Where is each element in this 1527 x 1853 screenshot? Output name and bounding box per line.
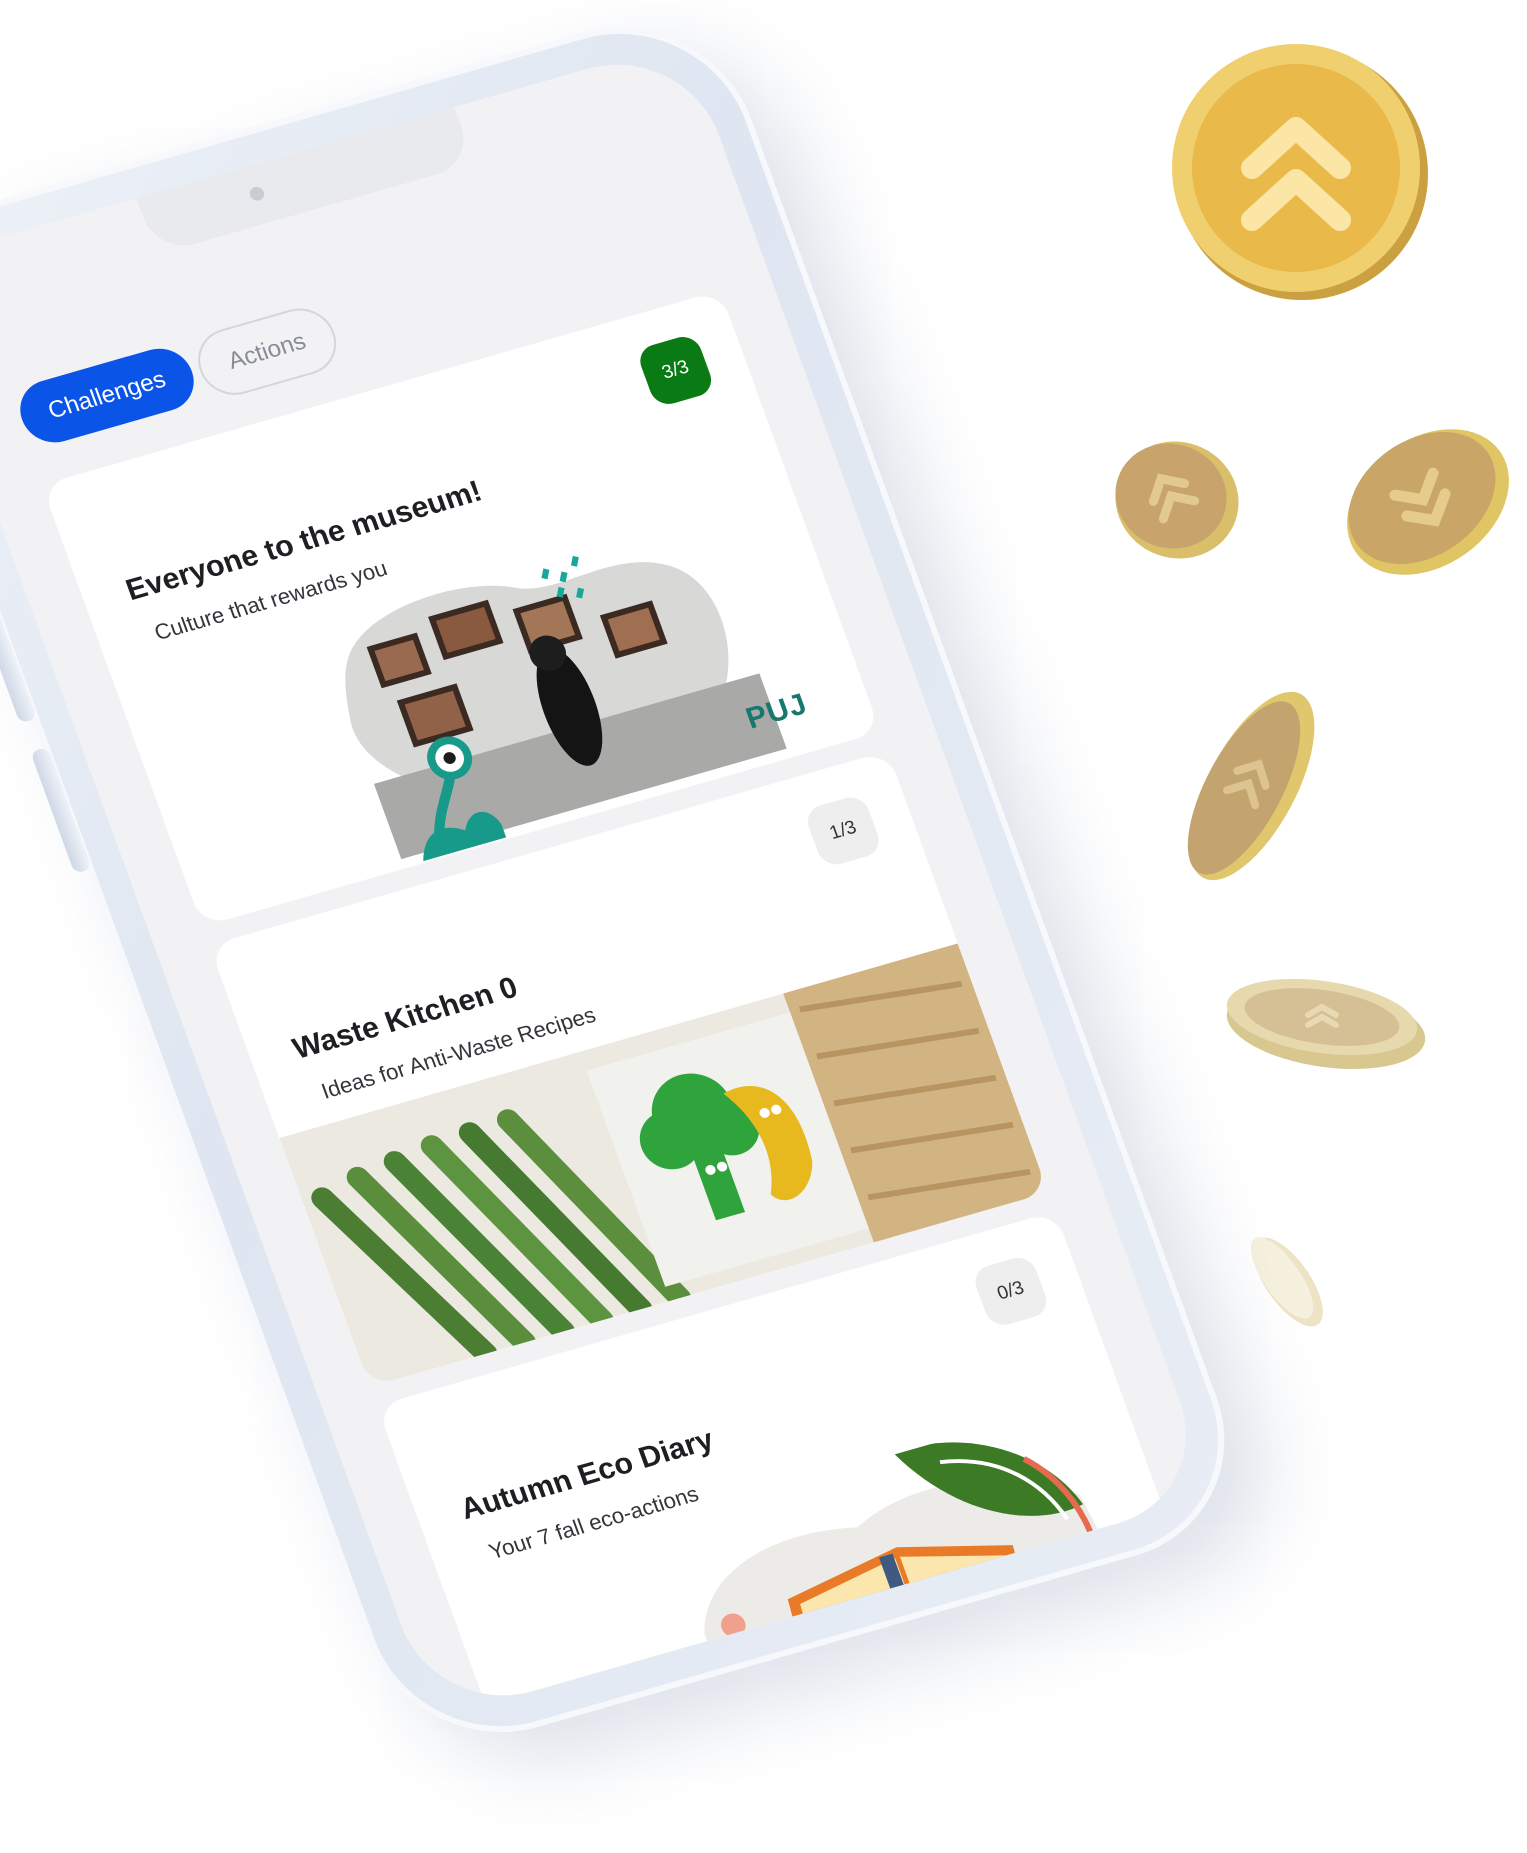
- progress-badge: 3/3: [635, 332, 717, 409]
- progress-badge-text: 3/3: [659, 356, 692, 384]
- camera-dot: [247, 185, 267, 203]
- progress-badge-text: 0/3: [994, 1277, 1028, 1305]
- tab-challenges[interactable]: Challenges: [11, 341, 203, 450]
- progress-badge: 1/3: [802, 793, 884, 869]
- tab-actions[interactable]: Actions: [188, 300, 346, 403]
- coin-tilted-left: [1115, 441, 1239, 559]
- coin-large-front: [1172, 44, 1428, 300]
- scene: Challenges Actions 3/3 Everyone to the m…: [0, 0, 1527, 1853]
- tab-challenges-label: Challenges: [44, 365, 170, 425]
- progress-badge-text: 1/3: [826, 816, 860, 844]
- coin-edge-mid: [1187, 691, 1315, 881]
- app-screen: Challenges Actions 3/3 Everyone to the m…: [0, 41, 1215, 1719]
- coin-flat-low: [1226, 978, 1426, 1069]
- phone-mockup: Challenges Actions 3/3 Everyone to the m…: [0, 0, 1262, 1763]
- coin-tilted-right: [1347, 429, 1509, 575]
- coin-faded-edge: [1250, 1237, 1323, 1327]
- tab-actions-label: Actions: [224, 327, 310, 375]
- progress-badge: 0/3: [970, 1253, 1052, 1330]
